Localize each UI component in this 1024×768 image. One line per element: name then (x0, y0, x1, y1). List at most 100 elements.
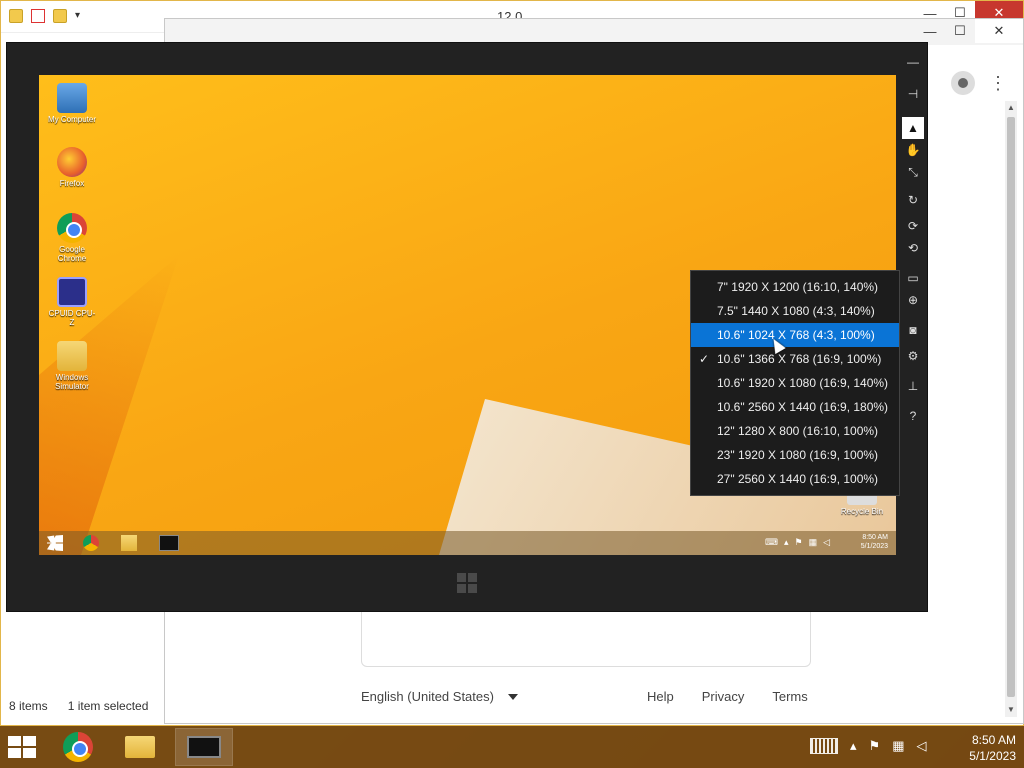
folder-icon (57, 341, 87, 371)
taskbar-windows-simulator[interactable] (175, 728, 233, 766)
customize-toolbar-icon[interactable]: ▾ (75, 9, 89, 23)
pin-icon[interactable]: ⊣ (902, 83, 924, 105)
network-icon[interactable]: ▦ (809, 537, 818, 548)
settings-icon[interactable]: ⚙ (902, 345, 924, 367)
properties-icon[interactable] (31, 9, 45, 23)
desktop-icon-firefox[interactable]: Firefox (47, 147, 97, 188)
desktop-app-icon[interactable] (159, 535, 179, 551)
desktop-icon-label: Firefox (59, 179, 85, 188)
browser-close-button[interactable]: ✕ (975, 19, 1023, 43)
more-menu-icon[interactable]: ⋮ (989, 73, 1007, 94)
desktop-icon-my-computer[interactable]: My Computer (47, 83, 97, 124)
status-item-count: 8 items (9, 699, 48, 713)
chrome-icon[interactable] (83, 535, 99, 551)
checkmark-icon: ✓ (699, 352, 710, 366)
desktop-icon-label: Windows Simulator (55, 373, 89, 391)
help-link[interactable]: Help (647, 689, 674, 704)
clock-date: 5/1/2023 (860, 543, 888, 550)
clock-time: 8:50 AM (862, 534, 888, 541)
simulator-toolbar: — ⊣ ▲ ✋ ⤡ ↻ ⟳ ⟲ ▭ ⊕ ◙ ⚙ ⊥? (902, 51, 924, 427)
resolution-menu-item[interactable]: 7.5" 1440 X 1080 (4:3, 140%) (691, 299, 899, 323)
resolution-menu-item[interactable]: 10.6" 1920 X 1080 (16:9, 140%) (691, 371, 899, 395)
navigation-pane (9, 611, 165, 696)
scroll-up-icon[interactable]: ▲ (1005, 101, 1017, 115)
resolution-label: 12" 1280 X 800 (16:10, 100%) (717, 424, 879, 438)
resolution-label: 7.5" 1440 X 1080 (4:3, 140%) (717, 304, 875, 318)
system-clock[interactable]: 8:50 AM 5/1/2023 (969, 732, 1016, 764)
mouse-mode-icon[interactable]: ▲ (902, 117, 924, 139)
clock-date: 5/1/2023 (969, 749, 1016, 763)
new-folder-icon[interactable] (53, 9, 67, 23)
help-icon[interactable]: ? (902, 405, 924, 427)
flag-icon[interactable]: ⚑ (794, 537, 802, 548)
desktop-icon-cpuz[interactable]: CPUID CPU-Z (47, 277, 97, 327)
vertical-scrollbar[interactable]: ▲ ▼ (1005, 101, 1017, 717)
volume-muted-icon[interactable]: ◁ (916, 738, 926, 754)
scroll-down-icon[interactable]: ▼ (1005, 703, 1017, 717)
network-icon[interactable]: ⊥ (902, 375, 924, 397)
start-button-icon[interactable] (8, 736, 36, 758)
cpuz-icon (57, 277, 87, 307)
scroll-thumb[interactable] (1007, 117, 1015, 697)
browser-maximize-button[interactable]: ☐ (945, 19, 975, 43)
system-tray-icons: ▴ ⚑ ▦ ◁ (810, 738, 926, 754)
start-button-icon[interactable] (47, 535, 63, 551)
network-icon[interactable]: ▦ (892, 738, 904, 754)
taskbar-file-explorer[interactable] (112, 729, 168, 765)
keyboard-icon[interactable] (810, 738, 838, 754)
resolution-label: 27" 2560 X 1440 (16:9, 100%) (717, 472, 879, 486)
resolution-menu-item[interactable]: 27" 2560 X 1440 (16:9, 100%) (691, 467, 899, 491)
resolution-label: 10.6" 2560 X 1440 (16:9, 180%) (717, 400, 889, 414)
explorer-statusbar: 8 items 1 item selected (9, 699, 148, 713)
show-hidden-icons-icon[interactable]: ▴ (850, 738, 857, 754)
keyboard-icon[interactable]: ⌨ (765, 537, 778, 548)
profile-avatar-icon[interactable] (951, 71, 975, 95)
resolution-menu-item[interactable]: 7" 1920 X 1200 (16:10, 140%) (691, 275, 899, 299)
simulated-taskbar: ⌨ ▴ ⚑ ▦ ◁ 8:50 AM 5/1/2023 (39, 531, 896, 555)
resolution-label: 10.6" 1920 X 1080 (16:9, 140%) (717, 376, 889, 390)
rotation-touch-icon[interactable]: ↻ (902, 189, 924, 211)
action-center-flag-icon[interactable]: ⚑ (869, 738, 881, 754)
pinch-zoom-icon[interactable]: ⤡ (902, 161, 924, 183)
minimize-icon[interactable]: — (902, 51, 924, 73)
set-location-icon[interactable]: ⊕ (902, 289, 924, 311)
rotate-counterclockwise-icon[interactable]: ⟲ (902, 237, 924, 259)
touch-mode-icon[interactable]: ✋ (902, 139, 924, 161)
show-hidden-icon[interactable]: ▴ (784, 537, 789, 548)
desktop-icon-chrome[interactable]: Google Chrome (47, 213, 97, 263)
resolution-menu-item[interactable]: 12" 1280 X 800 (16:10, 100%) (691, 419, 899, 443)
folder-icon (125, 736, 155, 758)
firefox-icon (57, 147, 87, 177)
screenshot-icon[interactable]: ◙ (902, 319, 924, 341)
chrome-icon (63, 732, 93, 762)
chevron-down-icon (507, 693, 518, 700)
taskbar-chrome[interactable] (50, 729, 106, 765)
resolution-menu-item[interactable]: 23" 1920 X 1080 (16:9, 100%) (691, 443, 899, 467)
desktop-icon-label: Google Chrome (57, 245, 87, 263)
simulated-clock[interactable]: 8:50 AM 5/1/2023 (861, 533, 888, 551)
resolution-menu-item[interactable]: 10.6" 1024 X 768 (4:3, 100%) (691, 323, 899, 347)
language-select[interactable]: English (United States) (361, 689, 581, 704)
desktop-icon-windows-simulator[interactable]: Windows Simulator (47, 341, 97, 391)
quick-access-toolbar: ▾ (9, 9, 89, 23)
simulator-icon (187, 736, 221, 758)
change-resolution-icon[interactable]: ▭ (902, 267, 924, 289)
terms-link[interactable]: Terms (772, 689, 807, 704)
file-explorer-icon[interactable] (121, 535, 137, 551)
resolution-label: 10.6" 1024 X 768 (4:3, 100%) (717, 328, 875, 342)
privacy-link[interactable]: Privacy (702, 689, 745, 704)
folder-icon[interactable] (9, 9, 23, 23)
resolution-label: 23" 1920 X 1080 (16:9, 100%) (717, 448, 879, 462)
resolution-menu-item[interactable]: ✓ 10.6" 1366 X 768 (16:9, 100%) (691, 347, 899, 371)
status-selection: 1 item selected (67, 699, 149, 713)
browser-minimize-button[interactable]: — (915, 19, 945, 43)
resolution-menu-item[interactable]: 10.6" 2560 X 1440 (16:9, 180%) (691, 395, 899, 419)
rotate-clockwise-icon[interactable]: ⟳ (902, 215, 924, 237)
chrome-icon (57, 213, 87, 243)
windows-home-button-icon[interactable] (457, 573, 477, 593)
volume-icon[interactable]: ◁ (823, 537, 830, 548)
resolution-menu: 7" 1920 X 1200 (16:10, 140%) 7.5" 1440 X … (690, 270, 900, 496)
computer-icon (57, 83, 87, 113)
host-taskbar: ▴ ⚑ ▦ ◁ 8:50 AM 5/1/2023 (0, 726, 1024, 768)
language-label: English (United States) (361, 689, 494, 704)
